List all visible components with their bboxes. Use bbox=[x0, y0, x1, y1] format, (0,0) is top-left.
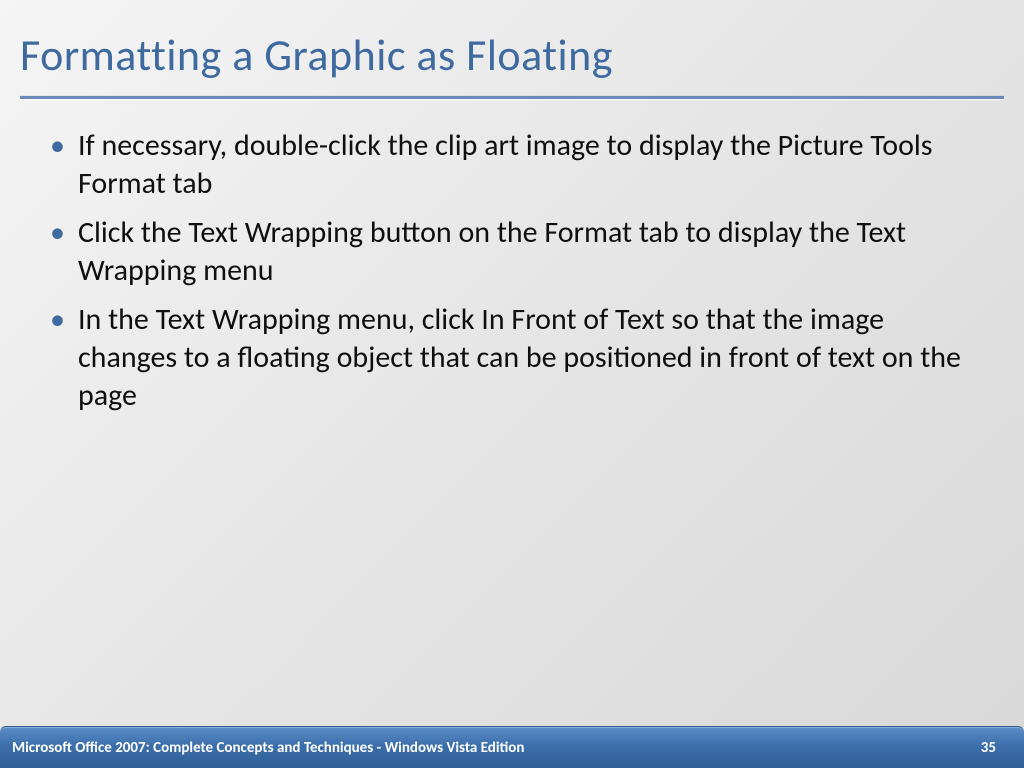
slide: Formatting a Graphic as Floating If nece… bbox=[0, 0, 1024, 768]
bullet-list: If necessary, double-click the clip art … bbox=[50, 127, 984, 416]
list-item: In the Text Wrapping menu, click In Fron… bbox=[50, 301, 984, 416]
title-area: Formatting a Graphic as Floating bbox=[0, 0, 1024, 109]
title-underline bbox=[20, 96, 1004, 99]
footer-bar: Microsoft Office 2007: Complete Concepts… bbox=[0, 726, 1024, 768]
list-item: If necessary, double-click the clip art … bbox=[50, 127, 984, 204]
page-number: 35 bbox=[981, 739, 996, 757]
list-item: Click the Text Wrapping button on the Fo… bbox=[50, 214, 984, 291]
body-area: If necessary, double-click the clip art … bbox=[0, 109, 1024, 416]
footer-text: Microsoft Office 2007: Complete Concepts… bbox=[12, 739, 981, 757]
slide-title: Formatting a Graphic as Floating bbox=[20, 28, 1004, 82]
